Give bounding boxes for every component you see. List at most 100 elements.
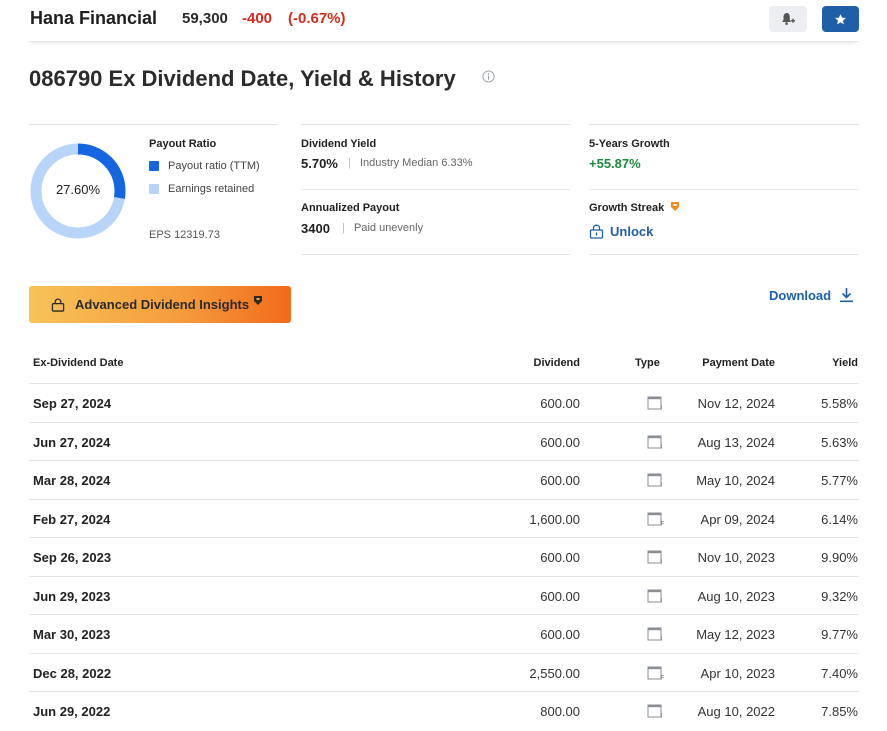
- calendar-icon: I: [647, 589, 663, 603]
- dividend-type-code: I: [661, 714, 663, 719]
- ex-dividend-date: Jun 27, 2024: [33, 434, 111, 450]
- premium-badge-icon: [254, 296, 263, 305]
- unlock-growth-streak-link[interactable]: Unlock: [589, 224, 653, 239]
- calendar-icon: I: [647, 396, 663, 410]
- table-row: Jun 29, 2022 800.00 I Aug 10, 2022 7.85%: [29, 691, 859, 729]
- ex-dividend-date: Mar 28, 2024: [33, 473, 111, 488]
- table-row: Jun 27, 2024 600.00 I Aug 13, 2024 5.63%: [29, 421, 859, 460]
- dividend-yield: 5.58%: [821, 396, 858, 411]
- dividend-type-code: I: [661, 560, 663, 565]
- dividend-type-code: F: [661, 675, 665, 680]
- payment-date: Aug 10, 2022: [697, 704, 775, 719]
- stock-price: 59,300: [182, 10, 228, 27]
- calendar-icon: I: [647, 704, 663, 719]
- legend-swatch-ttm: [149, 161, 159, 171]
- ex-dividend-date: Sep 26, 2023: [33, 550, 112, 565]
- dividend-yield: 9.32%: [821, 588, 858, 604]
- dividend-yield: 7.85%: [821, 704, 858, 719]
- ex-dividend-date: Mar 30, 2023: [33, 627, 111, 642]
- dividend-yield: 9.77%: [821, 627, 858, 642]
- table-row: Sep 26, 2023 600.00 I Nov 10, 2023 9.90%: [29, 537, 859, 575]
- payment-date: Nov 10, 2023: [697, 550, 775, 565]
- premium-badge-icon: [671, 202, 679, 211]
- legend-label-retained: Earnings retained: [168, 183, 255, 195]
- table-row: Feb 27, 2024 1,600.00 F Apr 09, 2024 6.14%: [29, 498, 859, 537]
- payout-ratio-value: 27.60%: [55, 182, 101, 197]
- payment-date: Apr 10, 2023: [700, 665, 775, 681]
- payment-date: May 10, 2024: [696, 473, 775, 488]
- download-button[interactable]: Download: [769, 287, 854, 303]
- dividend-amount: 800.00: [540, 704, 580, 719]
- five-year-growth-value: +55.87%: [589, 156, 641, 171]
- payment-frequency: Paid unevenly: [354, 222, 424, 234]
- legend-label-ttm: Payout ratio (TTM): [168, 160, 260, 172]
- info-icon[interactable]: [482, 70, 495, 83]
- separator: |: [348, 157, 351, 169]
- download-icon: [840, 288, 854, 303]
- eps-value: EPS 12319.73: [149, 229, 220, 241]
- star-icon: [835, 13, 846, 24]
- dividend-yield-value: 5.70%: [301, 156, 338, 171]
- payment-date: Apr 09, 2024: [700, 511, 775, 527]
- divider: [589, 124, 859, 125]
- dividend-amount: 600.00: [540, 550, 580, 565]
- price-change-percent: (-0.67%): [288, 10, 346, 27]
- five-year-growth-label: 5-Years Growth: [589, 138, 670, 150]
- dividend-yield-label: Dividend Yield: [301, 138, 377, 150]
- dividend-amount: 600.00: [540, 396, 580, 411]
- dividend-amount: 600.00: [540, 627, 580, 642]
- payment-date: May 12, 2023: [696, 627, 775, 642]
- divider: [589, 254, 859, 255]
- calendar-icon: I: [647, 550, 663, 565]
- calendar-icon: I: [647, 627, 663, 641]
- dividend-type-code: F: [661, 521, 665, 526]
- divider: [301, 189, 570, 190]
- bell-plus-icon: [782, 13, 795, 25]
- dividend-amount: 600.00: [540, 473, 580, 488]
- legend-item-ttm: Payout ratio (TTM): [149, 160, 260, 172]
- download-label: Download: [769, 287, 832, 303]
- lock-icon: [51, 297, 65, 312]
- payout-ratio-title: Payout Ratio: [149, 138, 217, 150]
- dividend-yield: 5.63%: [821, 434, 858, 450]
- page-title: 086790 Ex Dividend Date, Yield & History: [29, 66, 456, 91]
- annualized-payout-label: Annualized Payout: [301, 202, 400, 214]
- divider: [29, 124, 278, 125]
- divider: [301, 124, 570, 125]
- column-header-type[interactable]: Type: [635, 357, 660, 369]
- dividend-amount: 600.00: [540, 434, 580, 450]
- table-row: Jun 29, 2023 600.00 I Aug 10, 2023 9.32%: [29, 575, 859, 614]
- company-name[interactable]: Hana Financial: [30, 8, 157, 29]
- lock-icon: [589, 224, 604, 239]
- payment-date: Aug 10, 2023: [697, 588, 775, 604]
- dividend-yield: 7.40%: [821, 665, 858, 681]
- column-header-dividend[interactable]: Dividend: [534, 357, 580, 369]
- column-header-yield[interactable]: Yield: [832, 357, 858, 369]
- column-header-ex-date[interactable]: Ex-Dividend Date: [33, 357, 123, 369]
- ex-dividend-date: Jun 29, 2023: [33, 588, 111, 604]
- separator: |: [342, 222, 345, 234]
- column-header-payment-date[interactable]: Payment Date: [702, 357, 775, 369]
- industry-median: Industry Median 6.33%: [360, 157, 473, 169]
- dividend-yield: 5.77%: [821, 473, 858, 488]
- calendar-icon: F: [647, 512, 665, 526]
- divider: [301, 254, 570, 255]
- dividend-yield: 9.90%: [821, 550, 858, 565]
- table-row: Dec 28, 2022 2,550.00 F Apr 10, 2023 7.40%: [29, 652, 859, 691]
- dividend-type-code: I: [661, 483, 663, 488]
- add-alert-button[interactable]: [769, 6, 807, 32]
- legend-swatch-retained: [149, 184, 159, 194]
- payment-date: Nov 12, 2024: [697, 396, 775, 411]
- legend-item-retained: Earnings retained: [149, 183, 254, 195]
- divider: [589, 189, 859, 190]
- ex-dividend-date: Sep 27, 2024: [33, 396, 112, 411]
- calendar-icon: I: [647, 435, 663, 449]
- table-row: Mar 30, 2023 600.00 I May 12, 2023 9.77%: [29, 614, 859, 652]
- calendar-icon: I: [647, 473, 663, 488]
- price-change: -400: [242, 10, 273, 27]
- ex-dividend-date: Jun 29, 2022: [33, 704, 111, 719]
- advanced-dividend-insights-button[interactable]: Advanced Dividend Insights: [29, 286, 291, 323]
- table-row: Sep 27, 2024 600.00 I Nov 12, 2024 5.58%: [29, 383, 859, 421]
- dividend-amount: 2,550.00: [529, 665, 580, 681]
- watchlist-star-button[interactable]: [822, 6, 859, 32]
